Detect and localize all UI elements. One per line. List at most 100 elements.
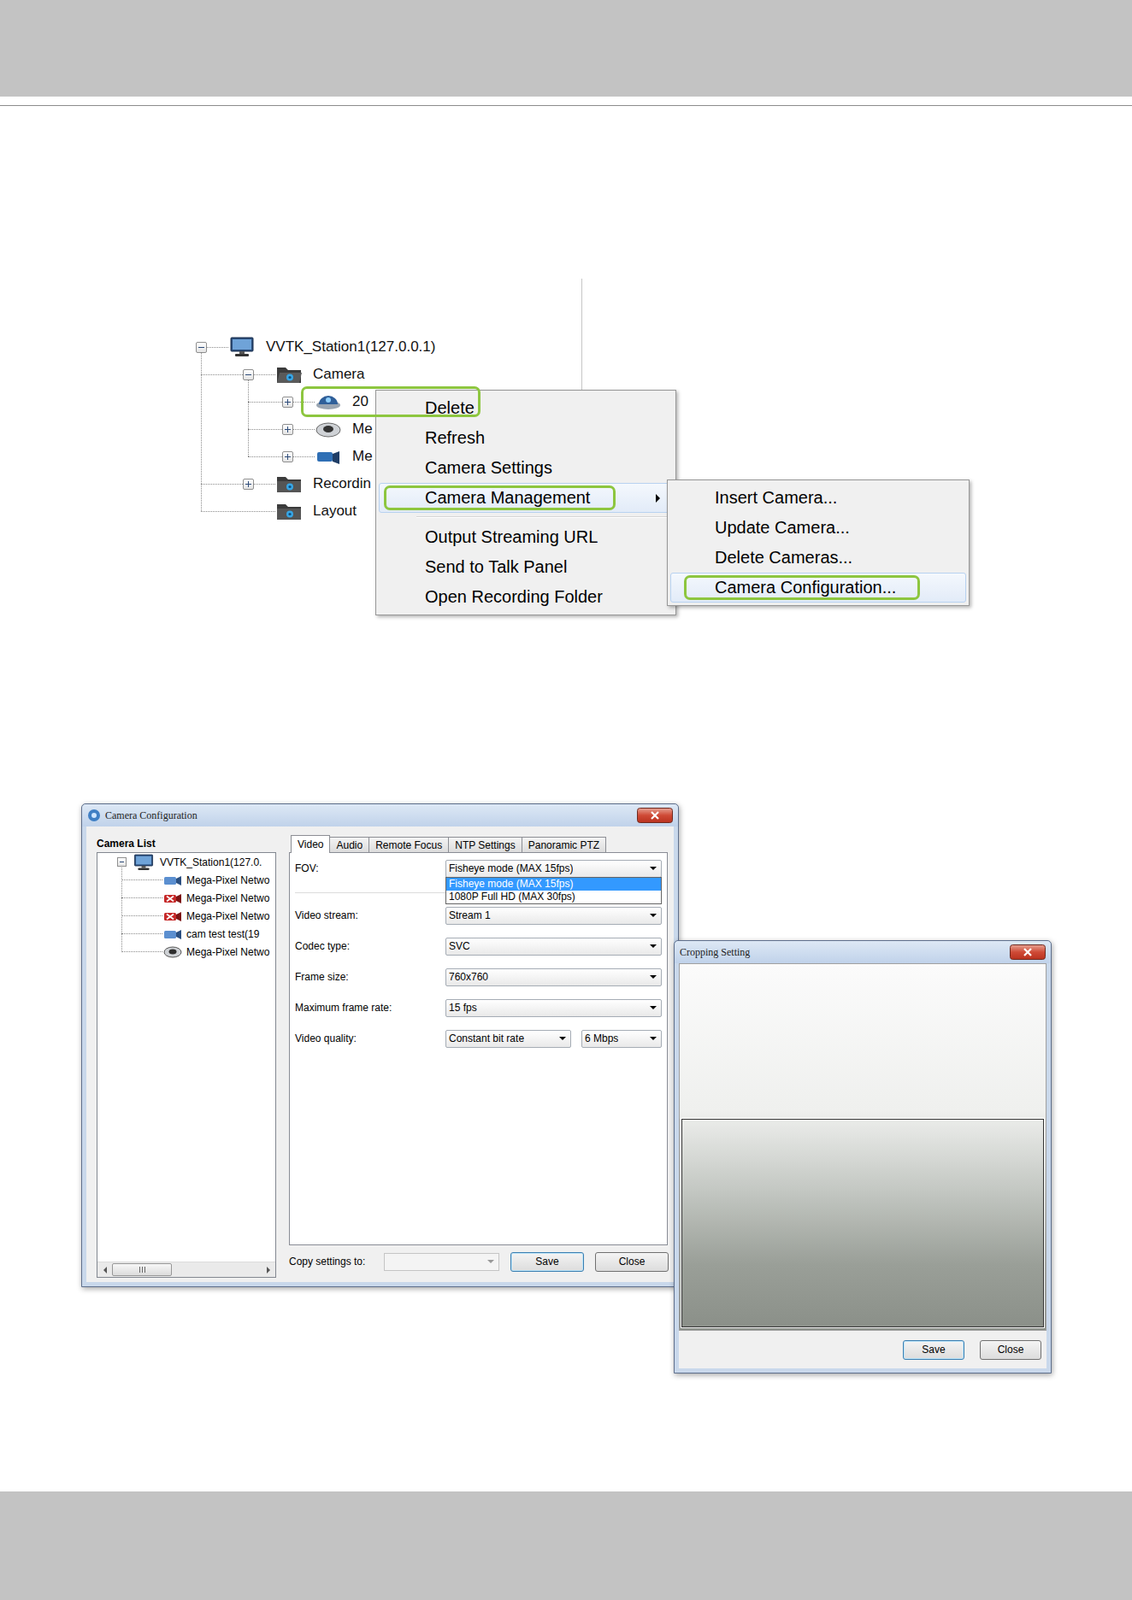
menu-item[interactable]: Refresh [378, 423, 673, 454]
app-icon [87, 808, 101, 823]
scroll-left-button[interactable] [97, 1262, 113, 1278]
menu-item[interactable]: Insert Camera... [670, 483, 967, 513]
expand-toggle[interactable] [282, 424, 294, 436]
camera-row[interactable]: Mega-Pixel Netwo [121, 943, 276, 962]
save-button[interactable]: Save [902, 1340, 965, 1361]
title-bar: Cropping Setting [674, 941, 1051, 964]
dropdown-value: Stream 1 [448, 909, 491, 922]
dropdown-arrow-icon [649, 944, 657, 949]
expand-toggle[interactable] [242, 478, 254, 490]
menu-label: Open Recording Folder [424, 587, 603, 608]
window-title: Camera Configuration [105, 809, 633, 823]
menu-item[interactable]: Camera Settings [378, 453, 673, 484]
folder-icon [275, 501, 303, 522]
video-settings: FOV: Fisheye mode (MAX 15fps) Fisheye mo… [288, 852, 668, 1246]
menu-label: Camera Management [383, 485, 616, 511]
box-camera-icon [314, 446, 342, 467]
close-window-icon[interactable] [636, 807, 673, 824]
dropdown-arrow-icon [649, 866, 657, 871]
page-header [0, 0, 1132, 97]
dropdown[interactable]: 760x760 [445, 968, 662, 987]
camera-list: VVTK_Station1(127.0. Mega-Pixel Netwo Me… [96, 852, 277, 1279]
computer-icon [228, 336, 256, 358]
menu-item[interactable]: Delete Cameras... [670, 542, 967, 573]
setting-label: Video stream: [294, 909, 446, 922]
menu-label: Camera Settings [424, 458, 553, 478]
dropdown-option[interactable]: 1080P Full HD (MAX 30fps) [446, 890, 661, 904]
setting-label: FOV: [294, 862, 446, 875]
tree-row[interactable]: VVTK_Station1(127.0.0.1) [194, 333, 981, 361]
expand-toggle[interactable] [282, 451, 294, 463]
menu-label: Camera Configuration... [683, 575, 920, 601]
page-footer [0, 1491, 1132, 1600]
camera-tree: VVTK_Station1(127.0. Mega-Pixel Netwo Me… [97, 853, 276, 1262]
tab[interactable]: Panoramic PTZ [521, 837, 607, 853]
tree-label: Recordin [312, 475, 372, 493]
camera-row[interactable]: Mega-Pixel Netwo [121, 871, 276, 890]
save-button[interactable]: Save [510, 1252, 584, 1273]
tab[interactable]: Audio [329, 837, 370, 853]
dropdown-option[interactable]: Fisheye mode (MAX 15fps) [446, 878, 661, 891]
scroll-thumb[interactable] [112, 1263, 172, 1277]
menu-item[interactable]: Open Recording Folder [378, 582, 673, 613]
copy-settings-dropdown[interactable] [383, 1253, 500, 1272]
menu-item[interactable]: Update Camera... [670, 512, 967, 543]
tree-row[interactable]: Camera [200, 360, 981, 389]
dropdown[interactable]: Stream 1 [445, 907, 662, 926]
panel-divider [581, 278, 583, 390]
expand-toggle[interactable] [282, 396, 294, 408]
dropdown[interactable]: SVC [445, 937, 662, 956]
cropping-setting-window: Cropping Setting Save Close [673, 940, 1052, 1374]
dropdown-list: Fisheye mode (MAX 15fps)1080P Full HD (M… [445, 877, 662, 905]
camera-row[interactable]: Mega-Pixel Netwo [121, 907, 276, 926]
disconnected-camera-icon [162, 892, 183, 905]
dropdown[interactable]: Constant bit rate [445, 1030, 572, 1049]
expand-toggle[interactable] [117, 857, 127, 867]
copy-settings-label: Copy settings to: [288, 1255, 379, 1268]
dropdown[interactable]: 15 fps [445, 999, 662, 1018]
menu-label: Send to Talk Panel [424, 557, 567, 578]
menu-item[interactable]: Camera Configuration... [670, 572, 967, 603]
close-window-icon[interactable] [1009, 944, 1046, 961]
camera-photo [679, 964, 1046, 1331]
close-button[interactable]: Close [979, 1340, 1042, 1361]
menu-label: Update Camera... [714, 518, 850, 538]
fisheye-camera-icon [314, 418, 342, 440]
dropdown-value: SVC [448, 940, 471, 953]
menu-label: Delete Cameras... [714, 548, 853, 568]
menu-item[interactable]: Send to Talk Panel [378, 552, 673, 583]
camera-view [678, 963, 1047, 1332]
manual-page: VVTK_Station1(127.0.0.1) Camera 20 Me Me… [0, 0, 1132, 1600]
close-button[interactable]: Close [595, 1252, 669, 1273]
menu-item[interactable]: Camera Management [378, 483, 673, 513]
tab[interactable]: NTP Settings [448, 837, 522, 853]
menu-item[interactable]: Delete [378, 393, 673, 424]
dropdown[interactable]: Fisheye mode (MAX 15fps) Fisheye mode (M… [445, 860, 662, 879]
crop-rectangle[interactable] [681, 1119, 1044, 1328]
setting-label: Frame size: [294, 971, 446, 984]
menu-label: Output Streaming URL [424, 527, 598, 548]
dropdown-value: 15 fps [448, 1002, 478, 1015]
dropdown-value: Constant bit rate [448, 1032, 525, 1045]
camera-row[interactable]: Mega-Pixel Netwo [121, 889, 276, 908]
expand-toggle[interactable] [242, 369, 254, 381]
window-title: Cropping Setting [679, 946, 1006, 960]
tab[interactable]: Video [290, 835, 331, 854]
camera-row[interactable]: cam test test(19 [121, 925, 276, 944]
tree-row[interactable]: VVTK_Station1(127.0. [97, 853, 276, 872]
context-menu: Delete Refresh Camera Settings Camera Ma… [375, 389, 677, 616]
folder-icon [275, 473, 303, 495]
camera-label: Mega-Pixel Netwo [186, 874, 270, 887]
tab[interactable]: Remote Focus [368, 837, 449, 853]
dropdown[interactable]: 6 Mbps [581, 1030, 662, 1049]
setting-row: FOV: Fisheye mode (MAX 15fps) Fisheye mo… [294, 858, 659, 894]
expand-toggle[interactable] [195, 341, 207, 354]
tree-menu-figure: VVTK_Station1(127.0.0.1) Camera 20 Me Me… [194, 333, 981, 573]
tree-label: Me [352, 420, 373, 438]
dropdown-arrow-icon [649, 975, 657, 979]
dropdown-arrow-icon [649, 1006, 657, 1010]
horizontal-scrollbar[interactable] [97, 1261, 276, 1278]
scroll-right-button[interactable] [260, 1262, 276, 1278]
dome-camera-icon [314, 391, 342, 413]
menu-item[interactable]: Output Streaming URL [378, 522, 673, 553]
